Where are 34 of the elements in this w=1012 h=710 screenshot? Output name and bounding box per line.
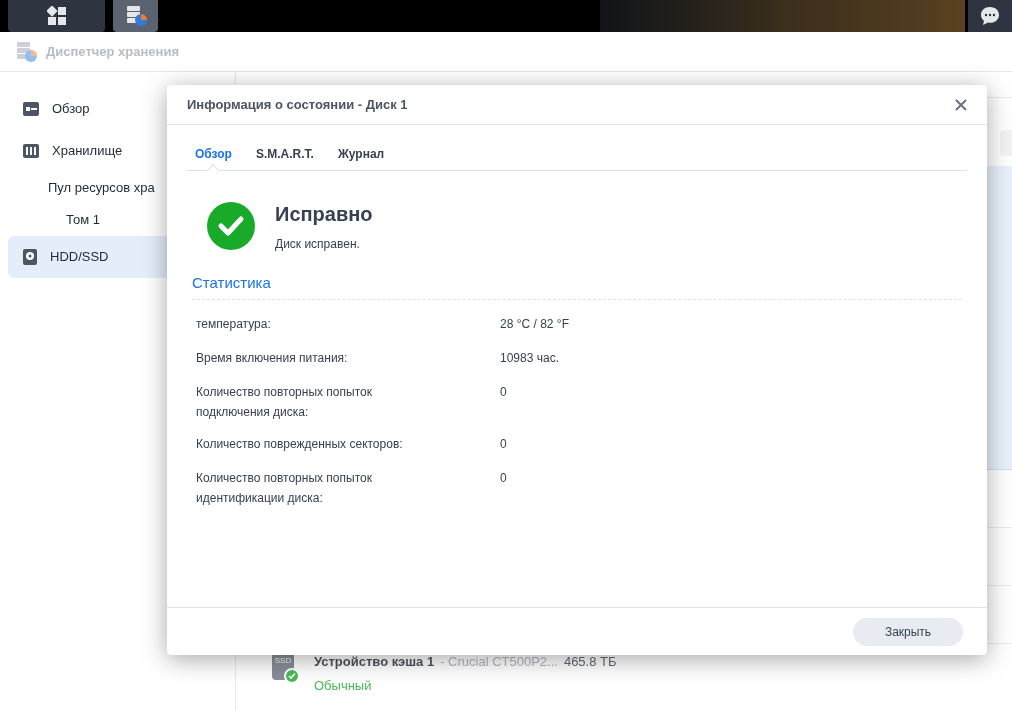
database-chart-icon — [14, 39, 38, 64]
device-status: Обычный — [314, 676, 373, 695]
stat-value: 0 — [500, 384, 508, 401]
dialog-title: Информация о состоянии - Диск 1 — [187, 95, 408, 114]
chat-button[interactable] — [968, 0, 1012, 32]
check-badge-icon — [284, 668, 300, 684]
columns-icon — [22, 143, 40, 159]
storage-app-button[interactable] — [113, 0, 158, 32]
stat-label: Количество повторных попыток идентификации диска: — [196, 470, 373, 507]
chat-icon — [979, 5, 1001, 27]
grid-icon — [46, 6, 67, 26]
app-title: Диспетчер хранения — [46, 42, 179, 61]
device-size: 465.8 ТБ — [563, 653, 617, 671]
stat-label: Время включения питания: — [196, 350, 349, 367]
device-model: - Crucial CT500P2... — [440, 653, 558, 671]
device-name: Устройство кэша 1 — [314, 653, 435, 671]
stat-label: Количество повторных попыток подключения диска: — [196, 384, 373, 421]
dialog-tab[interactable]: Журнал — [337, 136, 385, 171]
stat-label: Количество поврежденных секторов: — [196, 436, 404, 453]
dialog-tab[interactable]: Обзор — [195, 136, 232, 171]
status-title: Исправно — [275, 202, 373, 227]
close-icon[interactable] — [955, 98, 967, 111]
apps-button[interactable] — [8, 0, 105, 32]
overview-icon — [22, 101, 40, 117]
close-button[interactable]: Закрыть — [853, 617, 963, 646]
stat-value: 0 — [500, 470, 508, 487]
stat-value: 10983 час. — [500, 350, 560, 367]
stat-value: 0 — [500, 436, 508, 453]
stat-label: температура: — [196, 316, 272, 333]
check-circle-icon — [207, 202, 255, 250]
status-description: Диск исправен. — [275, 236, 361, 253]
stat-value: 28 °C / 82 °F — [500, 316, 570, 333]
ssd-label: SSD — [274, 655, 292, 667]
dialog-tab[interactable]: S.M.A.R.T. — [255, 136, 314, 171]
